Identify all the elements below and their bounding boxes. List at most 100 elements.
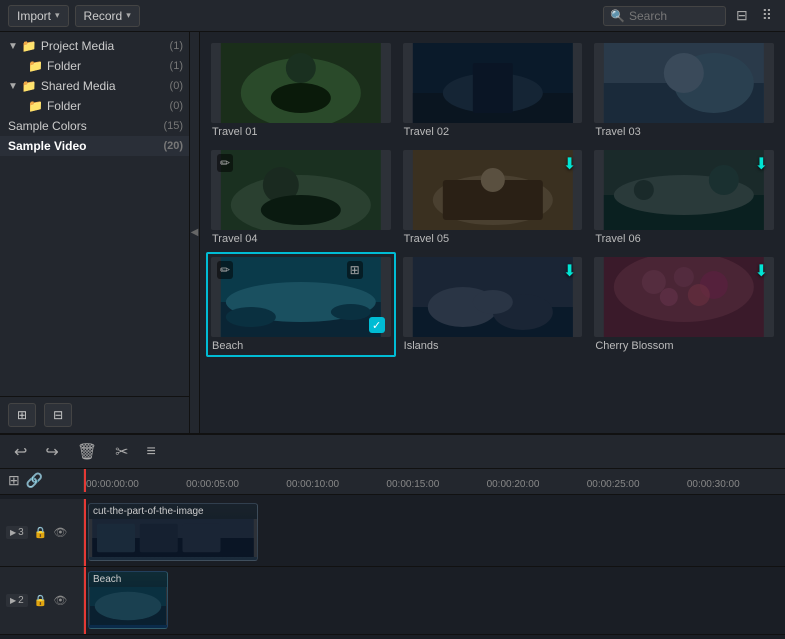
media-item-beach[interactable]: ✏✓⊞Beach: [206, 252, 396, 357]
timeline-ruler: ⊞ 🔗 00:00:00:0000:00:05:0000:00:10:0000:…: [0, 469, 785, 495]
expand-icon-shared: ▼: [8, 81, 18, 92]
timeline-playhead: [84, 469, 86, 492]
media-thumb-travel02: [403, 43, 583, 123]
edit-icon[interactable]: ✏: [217, 154, 233, 172]
media-item-travel04[interactable]: ✏ Travel 04: [206, 145, 396, 250]
sample-colors-count: (15): [163, 120, 183, 132]
record-chevron-icon: ▾: [126, 10, 131, 21]
sidebar-item-sample-colors[interactable]: Sample Colors (15): [0, 116, 189, 136]
media-label-travel06: Travel 06: [594, 233, 774, 245]
track-clip-Beach[interactable]: Beach: [88, 571, 168, 629]
track-content-2[interactable]: Beach: [84, 567, 785, 634]
track-clip-cut-the-part-of-the-image[interactable]: cut-the-part-of-the-image: [88, 503, 258, 561]
download-icon[interactable]: ⬇: [563, 261, 576, 281]
cut-button[interactable]: ✂: [111, 440, 132, 464]
media-item-islands[interactable]: ⬇ Islands: [398, 252, 588, 357]
lock-icon[interactable]: 🔒: [34, 526, 48, 539]
sidebar-item-sample-video[interactable]: Sample Video (20): [0, 136, 189, 156]
track-playhead: [84, 567, 86, 634]
timeline-link-icon[interactable]: 🔗: [26, 472, 43, 489]
top-toolbar: Import ▾ Record ▾ 🔍 ⊟ ⠿: [0, 0, 785, 32]
ruler-mark: 00:00:20:00: [485, 479, 585, 490]
ruler-mark: 00:00:10:00: [284, 479, 384, 490]
ruler-time-label: 00:00:25:00: [587, 479, 640, 490]
add-folder-button[interactable]: ⊞: [8, 403, 36, 427]
media-item-travel05[interactable]: ⬇ Travel 05: [398, 145, 588, 250]
ruler-mark: 00:00:05:00: [184, 479, 284, 490]
settings-button[interactable]: ≡: [143, 441, 160, 463]
shared-folder-count: (0): [170, 100, 183, 112]
visibility-icon[interactable]: 👁: [53, 594, 67, 607]
track-row-2: ▶2 🔒 👁 Beach: [0, 567, 785, 635]
remove-folder-button[interactable]: ⊟: [44, 403, 72, 427]
record-label: Record: [84, 9, 123, 23]
media-item-travel01[interactable]: Travel 01: [206, 38, 396, 143]
media-panel: Travel 01 Travel 02 Travel 03 ✏ Travel 04…: [200, 32, 785, 433]
ruler-time-label: 00:00:05:00: [186, 479, 239, 490]
search-input[interactable]: [629, 9, 719, 23]
sidebar-item-project-media[interactable]: ▼ 📁 Project Media (1): [0, 36, 189, 56]
media-thumb-travel05: ⬇: [403, 150, 583, 230]
filter-icon[interactable]: ⊟: [732, 5, 752, 26]
ruler-marks: 00:00:00:00 00:00:05:00 00:00:10:00 00:00:1…: [84, 469, 785, 492]
track-number: ▶3: [6, 526, 28, 539]
redo-button[interactable]: ↪: [41, 440, 62, 464]
clip-thumbnail: [89, 587, 167, 625]
edit-icon[interactable]: ✏: [217, 261, 233, 279]
media-item-cherry_blossom[interactable]: ⬇ Cherry Blossom: [589, 252, 779, 357]
shared-subfolder-icon: 📁: [28, 99, 43, 113]
media-label-cherry_blossom: Cherry Blossom: [594, 340, 774, 352]
project-folder-label: Folder: [47, 59, 166, 73]
record-button[interactable]: Record ▾: [75, 5, 140, 27]
timeline-add-icon[interactable]: ⊞: [8, 472, 20, 489]
timeline-ruler-track[interactable]: 00:00:00:00 00:00:05:00 00:00:10:00 00:00:1…: [84, 469, 785, 492]
bottom-section: ↩ ↪ 🗑 ✂ ≡ ⊞ 🔗 00:00:00:0000:00:05:0000:0…: [0, 433, 785, 639]
import-button[interactable]: Import ▾: [8, 5, 69, 27]
expand-icon: ▼: [8, 41, 18, 52]
ruler-mark: 00:00:15:00: [384, 479, 484, 490]
media-label-travel04: Travel 04: [211, 233, 391, 245]
sample-video-count: (20): [163, 140, 183, 152]
download-icon[interactable]: ⬇: [755, 154, 768, 174]
remove-folder-icon: ⊟: [53, 408, 63, 422]
sidebar-item-project-folder[interactable]: 📁 Folder (1): [0, 56, 189, 76]
media-item-travel06[interactable]: ⬇ Travel 06: [589, 145, 779, 250]
search-box: 🔍: [603, 6, 726, 26]
media-thumb-travel03: [594, 43, 774, 123]
timeline-area: ⊞ 🔗 00:00:00:0000:00:05:0000:00:10:0000:…: [0, 469, 785, 639]
project-folder-count: (1): [170, 60, 183, 72]
visibility-icon[interactable]: 👁: [53, 526, 67, 539]
sidebar-collapse-arrow[interactable]: ◀: [190, 32, 200, 433]
timeline-ruler-left: ⊞ 🔗: [0, 469, 84, 492]
shared-folder-label: Folder: [47, 99, 166, 113]
ruler-time-label: 00:00:00:00: [86, 479, 139, 490]
grid-menu-icon[interactable]: ⠿: [758, 5, 777, 26]
folder-icon: 📁: [22, 39, 37, 53]
sidebar-item-shared-media[interactable]: ▼ 📁 Shared Media (0): [0, 76, 189, 96]
sidebar-item-shared-folder[interactable]: 📁 Folder (0): [0, 96, 189, 116]
ruler-time-label: 00:00:10:00: [286, 479, 339, 490]
media-label-travel02: Travel 02: [403, 126, 583, 138]
sidebar: ▼ 📁 Project Media (1) 📁 Folder (1) ▼ 📁 S…: [0, 32, 190, 433]
download-icon[interactable]: ⬇: [755, 261, 768, 281]
add-folder-icon: ⊞: [17, 408, 27, 422]
media-label-travel01: Travel 01: [211, 126, 391, 138]
download-icon[interactable]: ⬇: [563, 154, 576, 174]
media-item-travel02[interactable]: Travel 02: [398, 38, 588, 143]
media-label-travel03: Travel 03: [594, 126, 774, 138]
sidebar-footer: ⊞ ⊟: [0, 396, 189, 433]
search-icon: 🔍: [610, 9, 625, 23]
track-content-3[interactable]: cut-the-part-of-the-image: [84, 499, 785, 566]
media-thumb-travel06: ⬇: [594, 150, 774, 230]
selected-check-icon: ✓: [369, 317, 385, 333]
media-label-travel05: Travel 05: [403, 233, 583, 245]
shared-folder-icon: 📁: [22, 79, 37, 93]
media-label-islands: Islands: [403, 340, 583, 352]
track-number: ▶2: [6, 594, 28, 607]
media-item-travel03[interactable]: Travel 03: [589, 38, 779, 143]
delete-button[interactable]: 🗑: [73, 440, 101, 464]
grid-overlay-icon[interactable]: ⊞: [347, 261, 363, 279]
undo-button[interactable]: ↩: [10, 440, 31, 464]
lock-icon[interactable]: 🔒: [34, 594, 48, 607]
media-thumb-cherry_blossom: ⬇: [594, 257, 774, 337]
